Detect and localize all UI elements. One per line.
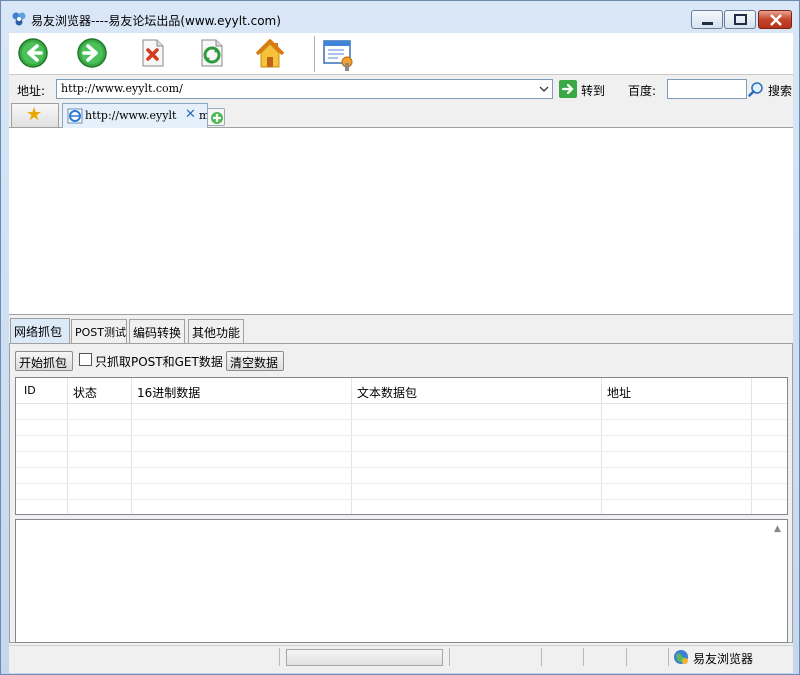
status-bar: 易友浏览器 bbox=[9, 645, 793, 667]
status-divider bbox=[449, 648, 450, 666]
tab-encoding[interactable]: 编码转换 bbox=[129, 319, 185, 343]
client-area: 地址: http://www.eyylt.com/ 转到 百度: 搜索 ★ ht… bbox=[9, 33, 793, 673]
browser-tab-title: http://www.eyylt bbox=[85, 109, 177, 122]
app-logo-icon bbox=[12, 12, 26, 26]
close-tab-icon[interactable]: ✕ bbox=[185, 107, 196, 122]
packet-detail-textarea[interactable]: ▲ bbox=[15, 519, 788, 643]
window-title: 易友浏览器----易友论坛出品(www.eyylt.com) bbox=[31, 14, 281, 28]
back-arrow-icon bbox=[18, 38, 48, 68]
row-divider bbox=[16, 483, 787, 484]
refresh-button[interactable] bbox=[195, 37, 231, 71]
packet-table[interactable]: ID 状态 16进制数据 文本数据包 地址 bbox=[15, 377, 788, 515]
tab-other-functions[interactable]: 其他功能 bbox=[188, 319, 244, 343]
title-bar: 易友浏览器----易友论坛出品(www.eyylt.com) bbox=[1, 1, 799, 33]
new-tab-button[interactable] bbox=[207, 108, 225, 126]
status-divider bbox=[668, 648, 669, 666]
status-divider bbox=[583, 648, 584, 666]
tab-post-test[interactable]: POST测试 bbox=[71, 319, 127, 343]
stop-button[interactable] bbox=[136, 37, 172, 71]
toolbar bbox=[9, 33, 793, 75]
minimize-button[interactable] bbox=[691, 10, 723, 29]
browser-tab-strip: ★ http://www.eyylt ✕ m bbox=[9, 102, 793, 128]
home-button[interactable] bbox=[253, 37, 289, 71]
ie-page-icon bbox=[67, 108, 83, 124]
goto-arrow-icon[interactable] bbox=[559, 80, 577, 98]
chevron-down-icon[interactable] bbox=[538, 82, 550, 96]
column-divider bbox=[751, 378, 752, 514]
status-divider bbox=[626, 648, 627, 666]
settings-button[interactable] bbox=[322, 37, 358, 71]
column-divider bbox=[67, 378, 68, 514]
home-icon bbox=[255, 39, 285, 68]
status-app-name: 易友浏览器 bbox=[693, 652, 754, 666]
column-header-text[interactable]: 文本数据包 bbox=[357, 384, 417, 401]
filter-checkbox-label[interactable]: 只抓取POST和GET数据 bbox=[95, 353, 223, 370]
browser-tab[interactable]: http://www.eyylt ✕ m bbox=[62, 103, 209, 128]
row-divider bbox=[16, 499, 787, 500]
vertical-scrollbar[interactable]: ▲ bbox=[770, 520, 787, 642]
row-divider bbox=[16, 419, 787, 420]
close-window-button[interactable] bbox=[758, 10, 792, 29]
packet-capture-panel: 开始抓包 只抓取POST和GET数据 清空数据 ID 状态 16进制数据 文本数… bbox=[9, 343, 793, 643]
clear-data-button[interactable]: 清空数据 bbox=[226, 351, 284, 371]
refresh-icon bbox=[201, 39, 223, 67]
toolbar-separator bbox=[314, 36, 316, 72]
web-content-view[interactable] bbox=[9, 128, 793, 315]
row-divider bbox=[16, 451, 787, 452]
window-settings-icon bbox=[323, 40, 353, 71]
goto-button[interactable]: 转到 bbox=[581, 82, 605, 99]
browser-window: 易友浏览器----易友论坛出品(www.eyylt.com) 地址: http:… bbox=[0, 0, 800, 675]
close-icon bbox=[770, 14, 782, 26]
status-divider bbox=[279, 648, 280, 666]
globe-icon bbox=[674, 650, 688, 664]
baidu-label: 百度: bbox=[628, 84, 657, 98]
column-header-address[interactable]: 地址 bbox=[607, 384, 631, 401]
column-divider bbox=[351, 378, 352, 514]
filter-checkbox[interactable] bbox=[79, 353, 92, 366]
address-label: 地址: bbox=[17, 84, 46, 98]
page-load-progress bbox=[286, 649, 443, 666]
maximize-icon bbox=[734, 14, 747, 25]
address-bar: 地址: http://www.eyylt.com/ 转到 百度: 搜索 bbox=[9, 76, 793, 102]
row-divider bbox=[16, 435, 787, 436]
forward-button[interactable] bbox=[76, 37, 112, 71]
back-button[interactable] bbox=[17, 37, 53, 71]
row-divider bbox=[16, 467, 787, 468]
star-icon: ★ bbox=[26, 104, 43, 125]
stop-x-icon bbox=[142, 39, 164, 67]
address-input[interactable]: http://www.eyylt.com/ bbox=[56, 79, 553, 99]
search-icon[interactable] bbox=[748, 81, 764, 97]
address-url: http://www.eyylt.com/ bbox=[61, 82, 183, 95]
minimize-icon bbox=[702, 22, 713, 25]
forward-arrow-icon bbox=[77, 38, 107, 68]
scroll-up-icon[interactable]: ▲ bbox=[774, 524, 781, 534]
baidu-search-input[interactable] bbox=[667, 79, 747, 99]
tool-tabs: 网络抓包 POST测试 编码转换 其他功能 bbox=[9, 318, 793, 344]
favorites-tab[interactable]: ★ bbox=[11, 103, 59, 127]
start-capture-button[interactable]: 开始抓包 bbox=[15, 351, 73, 371]
status-divider bbox=[541, 648, 542, 666]
column-header-status[interactable]: 状态 bbox=[73, 384, 97, 401]
maximize-button[interactable] bbox=[724, 10, 756, 29]
column-header-id[interactable]: ID bbox=[24, 384, 36, 397]
search-button[interactable]: 搜索 bbox=[768, 82, 792, 99]
tab-packet-capture[interactable]: 网络抓包 bbox=[10, 318, 70, 344]
column-header-hex[interactable]: 16进制数据 bbox=[137, 384, 200, 401]
plus-icon bbox=[211, 112, 223, 124]
column-divider bbox=[131, 378, 132, 514]
column-divider bbox=[601, 378, 602, 514]
